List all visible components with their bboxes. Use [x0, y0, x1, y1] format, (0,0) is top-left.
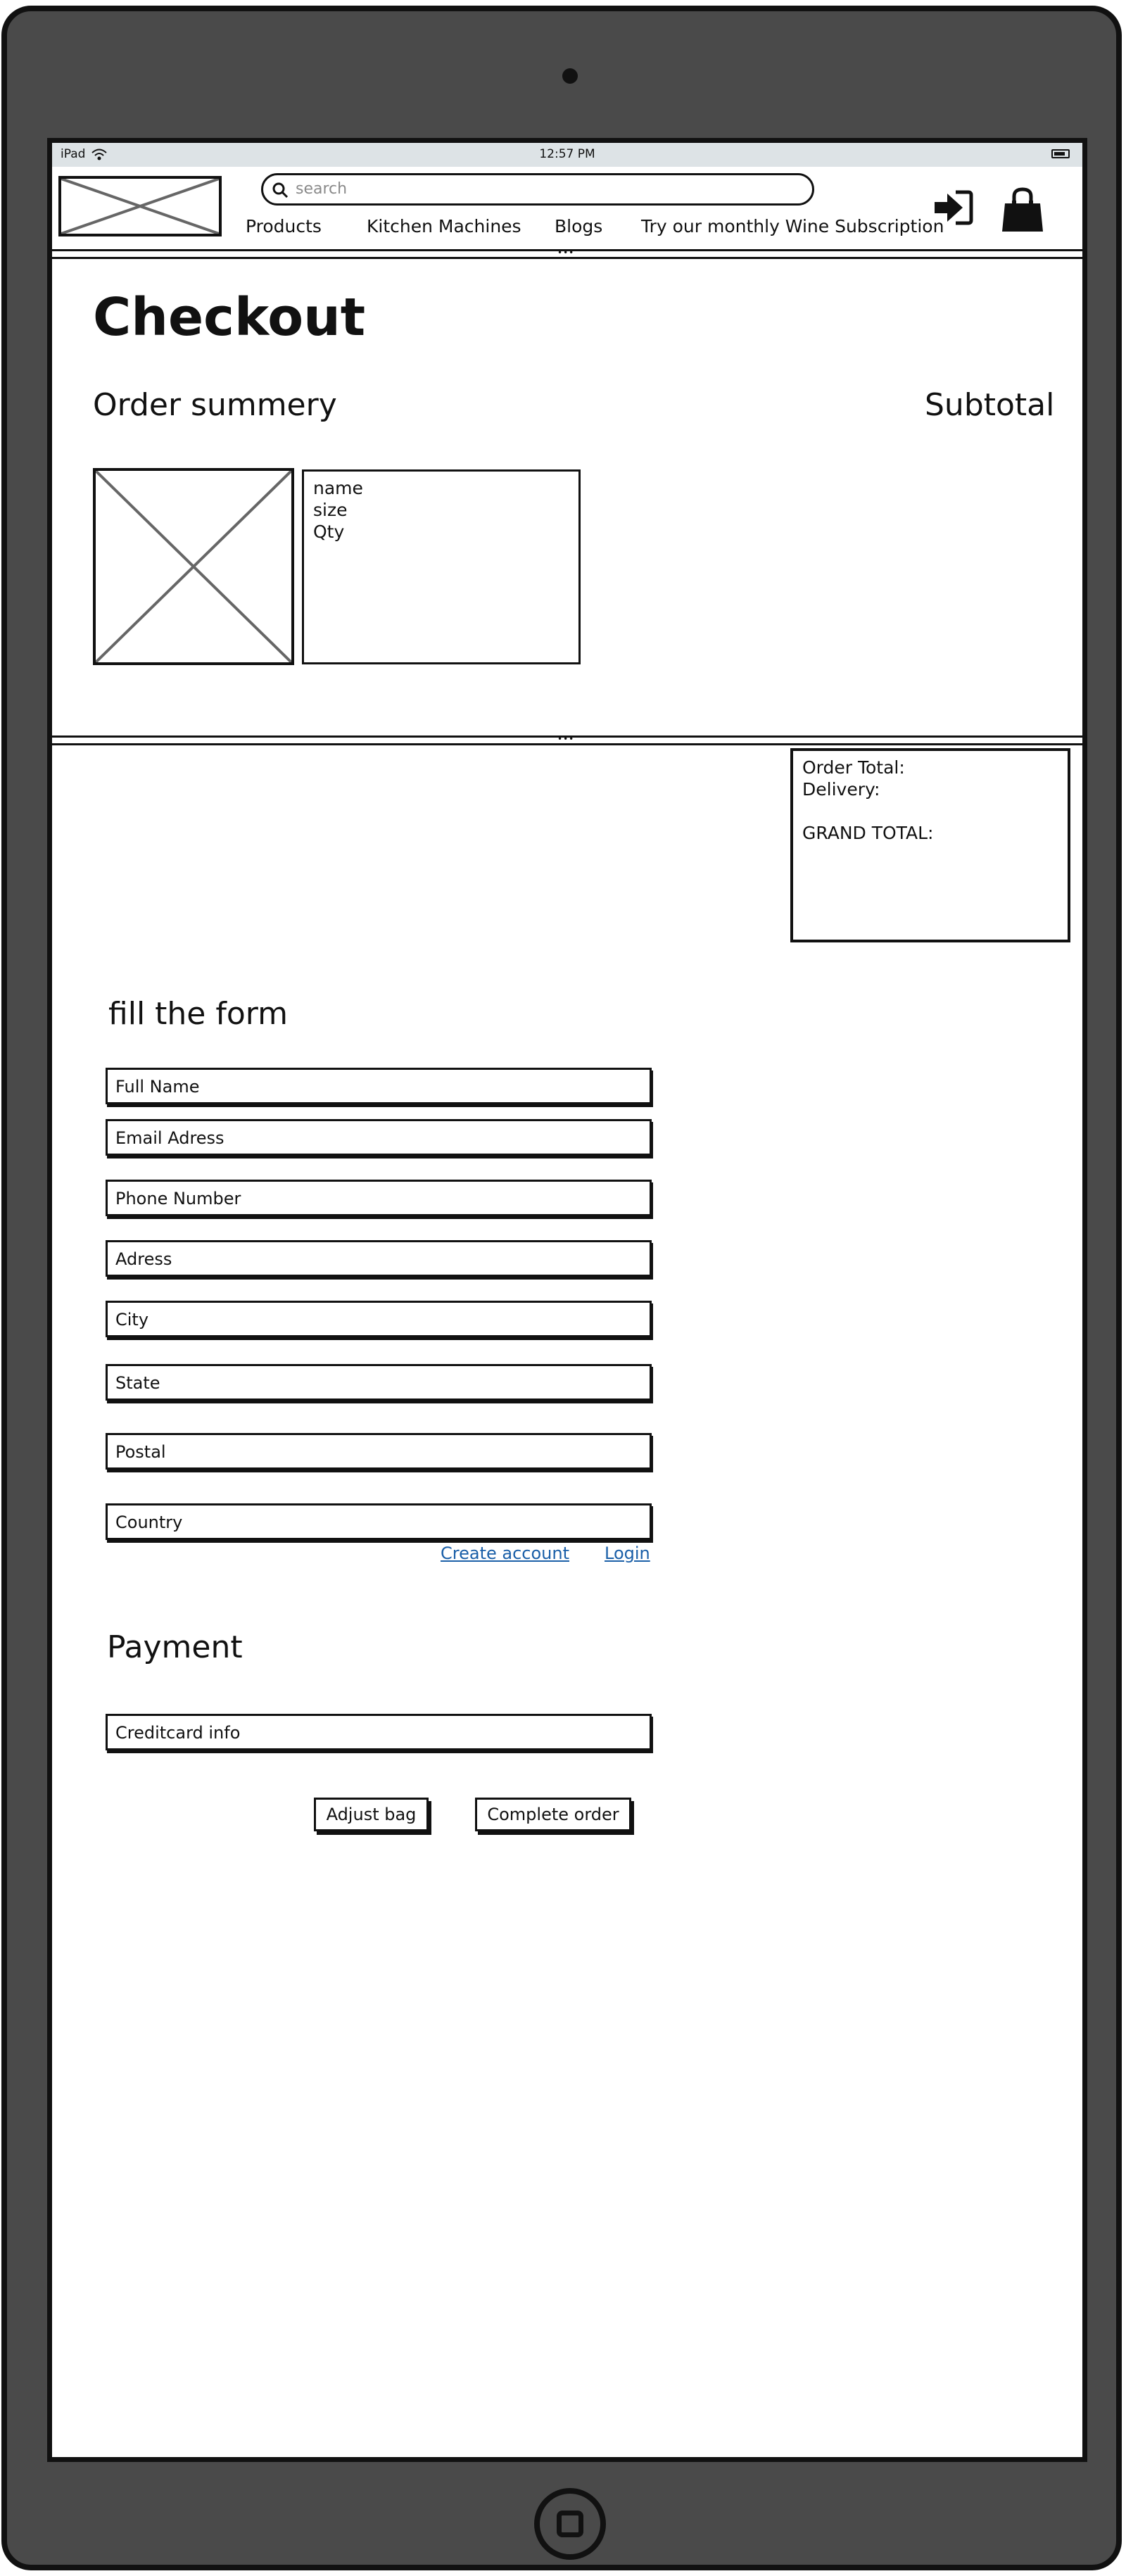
search-icon [272, 182, 289, 201]
country-field[interactable]: Country [106, 1503, 652, 1540]
city-field[interactable]: City [106, 1301, 652, 1337]
phone-field[interactable]: Phone Number [106, 1180, 652, 1216]
form-heading: fill the form [108, 996, 288, 1032]
page-title: Checkout [93, 287, 366, 348]
status-time: 12:57 PM [539, 147, 595, 161]
nav-wine-subscription[interactable]: Try our monthly Wine Subscription [641, 216, 944, 236]
order-totals-box: Order Total: Delivery: GRAND TOTAL: [790, 748, 1070, 942]
postal-field[interactable]: Postal [106, 1433, 652, 1470]
product-name: name [313, 478, 363, 498]
product-image-placeholder [93, 468, 294, 665]
product-details: name size Qty [302, 469, 581, 664]
order-summary-heading: Order summery [93, 387, 337, 423]
battery-icon [1051, 149, 1070, 158]
grand-total-label: GRAND TOTAL: [802, 823, 934, 843]
login-icon[interactable] [932, 188, 974, 230]
divider-handle[interactable]: ••• [557, 248, 574, 257]
nav-blogs[interactable]: Blogs [555, 216, 602, 236]
search-placeholder: search [296, 180, 348, 198]
divider-handle[interactable]: ••• [557, 735, 574, 743]
section-divider: ••• [52, 248, 1082, 259]
shopping-bag-icon[interactable] [999, 187, 1046, 236]
delivery-label: Delivery: [802, 779, 880, 800]
complete-order-button[interactable]: Complete order [475, 1798, 631, 1831]
product-qty: Qty [313, 522, 345, 542]
order-total-label: Order Total: [802, 757, 905, 778]
address-field[interactable]: Adress [106, 1240, 652, 1277]
status-bar: iPad 12:57 PM [52, 143, 1082, 167]
payment-heading: Payment [107, 1629, 243, 1665]
full-name-field[interactable]: Full Name [106, 1068, 652, 1104]
adjust-bag-button[interactable]: Adjust bag [314, 1798, 429, 1831]
screen: iPad 12:57 PM search Products Kitchen Ma… [47, 138, 1087, 2462]
ipad-frame: iPad 12:57 PM search Products Kitchen Ma… [1, 6, 1122, 2570]
create-account-link[interactable]: Create account [441, 1543, 569, 1563]
creditcard-field[interactable]: Creditcard info [106, 1714, 652, 1750]
logo-placeholder[interactable] [58, 176, 222, 236]
state-field[interactable]: State [106, 1364, 652, 1401]
email-field[interactable]: Email Adress [106, 1119, 652, 1156]
subtotal-heading: Subtotal [925, 387, 1055, 423]
camera-icon [562, 68, 578, 84]
home-square-icon [557, 2511, 583, 2537]
nav-kitchen-machines[interactable]: Kitchen Machines [367, 216, 521, 236]
login-link[interactable]: Login [605, 1543, 650, 1563]
search-input[interactable]: search [261, 173, 814, 206]
section-divider: ••• [52, 735, 1082, 745]
nav-products[interactable]: Products [246, 216, 322, 236]
home-button[interactable] [534, 2488, 606, 2560]
product-size: size [313, 500, 348, 520]
